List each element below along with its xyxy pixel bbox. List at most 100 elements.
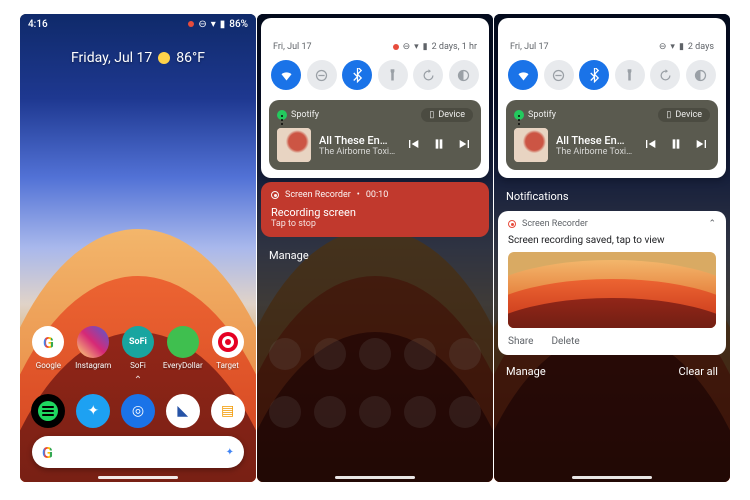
- qs-bluetooth-tile[interactable]: [342, 60, 372, 90]
- dock-app-files[interactable]: ▤: [208, 394, 248, 428]
- qs-flashlight-tile[interactable]: [378, 60, 408, 90]
- media-app-name: Spotify: [528, 110, 556, 120]
- dock: ✦ ◎ ◣ ▤: [20, 394, 256, 428]
- status-time: 4:17: [502, 19, 522, 30]
- app-label: Instagram: [75, 361, 111, 370]
- media-pause-button[interactable]: [431, 136, 447, 155]
- recording-elapsed: 00:10: [366, 190, 388, 200]
- status-bar: 4:17: [257, 14, 493, 34]
- date-text: Friday, Jul 17: [71, 50, 152, 66]
- dock-app-adidas[interactable]: ◣: [163, 394, 203, 428]
- media-next-button[interactable]: [694, 136, 710, 155]
- manage-button[interactable]: Manage: [506, 365, 546, 378]
- qs-date: Fri, Jul 17: [273, 42, 312, 52]
- media-device-label: Device: [438, 110, 465, 120]
- spotify-icon: [514, 110, 524, 120]
- status-bar: 4:16 ⊖ ▾ ▮ 86%: [20, 14, 256, 34]
- media-artist: The Airborne Toxi…: [556, 147, 634, 157]
- dock-app-lens[interactable]: ◎: [118, 394, 158, 428]
- qs-dnd-tile[interactable]: [307, 60, 337, 90]
- quick-settings-row: [269, 60, 481, 94]
- media-app-name: Spotify: [291, 110, 319, 120]
- qs-darktheme-tile[interactable]: [686, 60, 716, 90]
- app-label: EveryDollar: [163, 361, 203, 370]
- quick-settings-card: Fri, Jul 17 ⊖ ▾ ▮ 2 days, 1 hr: [261, 18, 489, 178]
- notification-subtitle: Tap to stop: [271, 219, 479, 229]
- battery-estimate: 2 days: [688, 42, 714, 52]
- clear-all-button[interactable]: Clear all: [679, 365, 718, 378]
- media-previous-button[interactable]: [642, 136, 658, 155]
- recording-indicator-icon: [393, 44, 399, 50]
- qs-autorotate-tile[interactable]: [650, 60, 680, 90]
- quick-settings-card: Fri, Jul 17 ⊖ ▾ ▮ 2 days Spotify: [498, 18, 726, 178]
- search-bar[interactable]: G ✦: [32, 436, 244, 468]
- recording-indicator-icon: [188, 21, 194, 27]
- saved-recording-notification[interactable]: Screen Recorder ⌃ Screen recording saved…: [498, 211, 726, 355]
- share-action[interactable]: Share: [508, 336, 533, 347]
- phone-shade-recording: 4:17 Fri, Jul 17 ⊖ ▾ ▮ 2 days, 1 hr: [257, 14, 493, 482]
- manage-button[interactable]: Manage: [257, 241, 493, 266]
- media-device-button[interactable]: ▯ Device: [421, 108, 473, 122]
- qs-wifi-tile[interactable]: [271, 60, 301, 90]
- media-device-button[interactable]: ▯ Device: [658, 108, 710, 122]
- gesture-nav-bar[interactable]: [572, 476, 652, 479]
- cast-icon: ▯: [666, 110, 671, 120]
- media-previous-button[interactable]: [405, 136, 421, 155]
- status-bar: 4:17: [494, 14, 730, 34]
- at-a-glance-widget[interactable]: Friday, Jul 17 86°F: [20, 50, 256, 66]
- app-drawer-handle-icon[interactable]: ⌃: [134, 375, 142, 386]
- spotify-icon: [277, 110, 287, 120]
- collapse-icon[interactable]: ⌃: [708, 219, 716, 229]
- record-icon: [508, 220, 516, 228]
- qs-darktheme-tile[interactable]: [449, 60, 479, 90]
- qs-dnd-tile[interactable]: [544, 60, 574, 90]
- weather-icon: [158, 52, 170, 64]
- gesture-nav-bar[interactable]: [335, 476, 415, 479]
- qs-flashlight-tile[interactable]: [615, 60, 645, 90]
- dock-app-spotify[interactable]: [28, 394, 68, 428]
- battery-percent: 86%: [229, 19, 248, 30]
- media-device-label: Device: [675, 110, 702, 120]
- phone-shade-saved: 4:17 Fri, Jul 17 ⊖ ▾ ▮ 2 days: [494, 14, 730, 482]
- album-art: [277, 128, 311, 162]
- qs-wifi-tile[interactable]: [508, 60, 538, 90]
- notification-app-name: Screen Recorder: [285, 190, 351, 200]
- app-sofi[interactable]: SoFiSoFi: [118, 326, 158, 370]
- notification-app-name: Screen Recorder: [522, 219, 588, 229]
- media-next-button[interactable]: [457, 136, 473, 155]
- notification-shade[interactable]: Fri, Jul 17 ⊖ ▾ ▮ 2 days, 1 hr: [257, 14, 493, 266]
- wifi-icon: ▾: [414, 42, 419, 52]
- app-instagram[interactable]: Instagram: [73, 326, 113, 370]
- notification-shade[interactable]: Fri, Jul 17 ⊖ ▾ ▮ 2 days Spotify: [494, 14, 730, 384]
- battery-icon: ▮: [220, 19, 226, 30]
- delete-action[interactable]: Delete: [551, 336, 579, 347]
- qs-bluetooth-tile[interactable]: [579, 60, 609, 90]
- app-everydollar[interactable]: EveryDollar: [163, 326, 203, 370]
- assistant-icon[interactable]: ✦: [226, 447, 234, 458]
- recording-thumbnail[interactable]: [508, 252, 716, 328]
- dnd-icon: ⊖: [659, 42, 667, 52]
- battery-icon: ▮: [423, 42, 428, 52]
- media-player-card[interactable]: Spotify ▯ Device All These En… The Airbor…: [506, 100, 718, 170]
- media-player-card[interactable]: Spotify ▯Device All These En… The Airbor…: [269, 100, 481, 170]
- media-artist: The Airborne Toxi…: [319, 147, 397, 157]
- qs-autorotate-tile[interactable]: [413, 60, 443, 90]
- status-time: 4:17: [265, 19, 285, 30]
- app-google[interactable]: GGoogle: [28, 326, 68, 370]
- gesture-nav-bar[interactable]: [98, 476, 178, 479]
- media-track-title: All These En…: [556, 134, 634, 147]
- notification-body: Screen recording saved, tap to view: [508, 235, 716, 246]
- phone-home: 4:16 ⊖ ▾ ▮ 86% Friday, Jul 17 86°F GGoog…: [20, 14, 256, 482]
- dnd-icon: ⊖: [198, 19, 206, 30]
- cast-icon: ▯: [429, 110, 434, 120]
- notification-title: Recording screen: [271, 206, 479, 219]
- media-pause-button[interactable]: [668, 136, 684, 155]
- temperature-text: 86°F: [176, 50, 205, 66]
- status-time: 4:16: [28, 19, 48, 30]
- app-target[interactable]: Target: [208, 326, 248, 370]
- wifi-icon: ▾: [670, 42, 675, 52]
- app-label: SoFi: [130, 361, 146, 370]
- dock-app-twitter[interactable]: ✦: [73, 394, 113, 428]
- record-icon: [271, 191, 279, 199]
- recording-notification[interactable]: Screen Recorder•00:10 Recording screen T…: [261, 182, 489, 237]
